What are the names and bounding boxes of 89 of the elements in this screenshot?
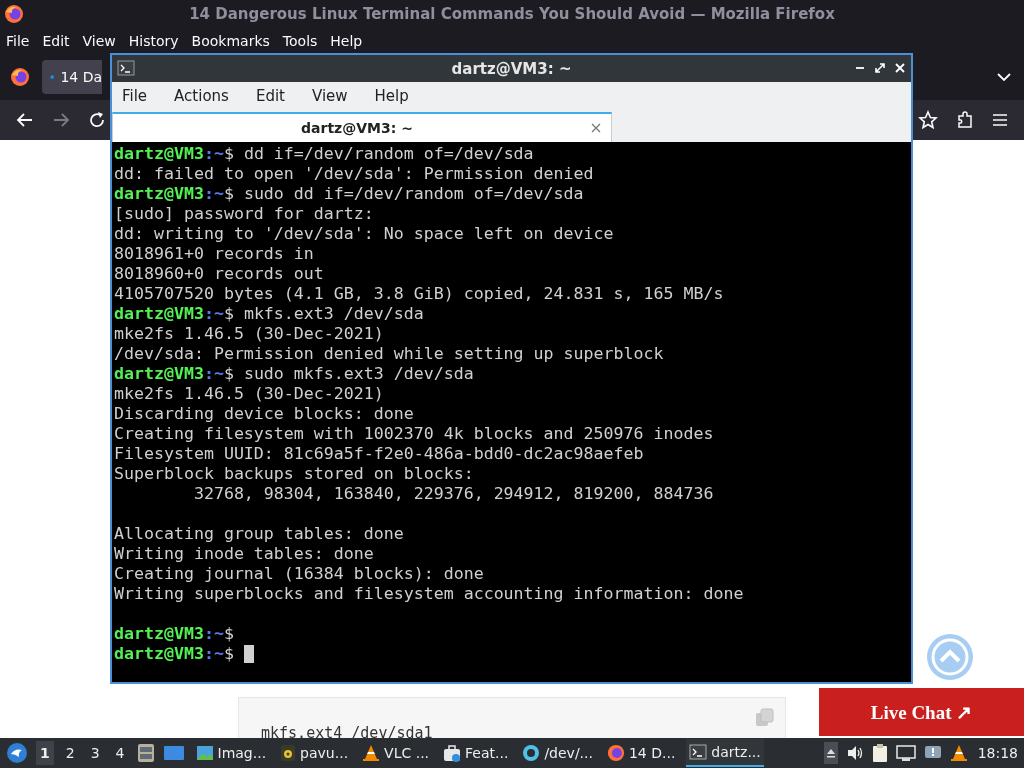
output-text: Writing inode tables: done	[114, 544, 374, 564]
file-cabinet-icon[interactable]	[136, 743, 155, 763]
star-icon[interactable]	[918, 110, 938, 130]
command-text: $ mkfs.ext3 /dev/sda	[223, 304, 424, 324]
menu-item[interactable]: Actions	[174, 87, 229, 105]
taskbar-task[interactable]: Feat...	[440, 739, 512, 767]
chevron-down-icon[interactable]	[996, 72, 1012, 82]
workspace-button[interactable]: 3	[86, 741, 104, 765]
output-text: Superblock backups stored on blocks:	[114, 464, 474, 484]
traffic-cone-icon[interactable]	[949, 744, 968, 762]
menu-item[interactable]: Tools	[282, 33, 318, 49]
window-title: dartz@VM3: ~	[451, 59, 572, 78]
output-text: Creating journal (16384 blocks): done	[114, 564, 484, 584]
puzzle-icon[interactable]	[956, 111, 974, 129]
firefox-logo-icon	[606, 744, 625, 762]
taskbar-task[interactable]: dartz...	[686, 739, 764, 767]
bag-icon	[443, 744, 462, 762]
menu-item[interactable]: History	[128, 33, 179, 49]
output-text: [sudo] password for dartz:	[114, 204, 374, 224]
prompt-path: :~	[203, 184, 224, 204]
taskbar-task[interactable]: /dev/...	[519, 739, 596, 767]
menu-item[interactable]: Help	[330, 33, 363, 49]
menu-item[interactable]: File	[6, 33, 30, 49]
output-text: dd: failed to open '/dev/sda': Permission denied	[114, 164, 594, 184]
menu-item[interactable]: View	[82, 33, 116, 49]
command-text: $ sudo mkfs.ext3 /dev/sda	[223, 364, 474, 384]
prompt-user: dartz@VM3	[114, 624, 204, 644]
menu-icon[interactable]	[992, 113, 1008, 127]
output-text: Filesystem UUID: 81c69a5f-f2e0-486a-bdd0-dc2ac98aefeb	[114, 444, 644, 464]
prompt-path: :~	[203, 364, 224, 384]
workspace-button[interactable]: 4	[111, 741, 129, 765]
menu-item[interactable]: View	[311, 87, 348, 105]
clock: 18:18	[977, 745, 1018, 761]
terminal-icon	[117, 60, 135, 76]
output-text: 32768, 98304, 163840, 229376, 294912, 819200, 884736	[192, 484, 714, 504]
prompt-user: dartz@VM3	[114, 184, 204, 204]
forward-icon[interactable]	[52, 112, 70, 128]
menu-item[interactable]: Help	[374, 87, 409, 105]
prompt-user: dartz@VM3	[114, 304, 204, 324]
taskbar-task[interactable]: 14 D...	[603, 739, 679, 767]
firefox-logo-icon[interactable]	[10, 67, 30, 87]
menu-item[interactable]: Bookmarks	[191, 33, 270, 49]
output-text: 8018960+0 records out	[114, 264, 324, 284]
clipboard-icon[interactable]	[871, 743, 888, 763]
output-text: 4105707520 bytes (4.1 GB, 3.8 GiB) copied, 24.831 s, 165 MB/s	[114, 284, 724, 304]
reload-icon[interactable]	[88, 111, 106, 129]
taskbar-task[interactable]: pavu...	[277, 739, 352, 767]
menu-item[interactable]: File	[122, 87, 148, 105]
output-text: mke2fs 1.46.5 (30-Dec-2021)	[114, 324, 384, 344]
browser-tab[interactable]: 14 Da	[42, 60, 102, 94]
workspace-button[interactable]: 2	[61, 741, 79, 765]
desktop-icon[interactable]	[162, 744, 185, 762]
prompt-path: :~	[203, 644, 224, 664]
command-text: $ dd if=/dev/random of=/dev/sda	[223, 144, 534, 164]
live-chat-button[interactable]: Live Chat ↗	[819, 688, 1024, 736]
window-title: 14 Dangerous Linux Terminal Commands You Should Avoid — Mozilla Firefox	[189, 5, 835, 23]
restore-icon[interactable]	[875, 63, 885, 73]
prompt-user: dartz@VM3	[114, 144, 204, 164]
image-icon	[195, 744, 214, 762]
output-text: Allocating group tables: done	[114, 524, 404, 544]
output-text: 8018961+0 records in	[114, 244, 314, 264]
terminal-icon	[689, 744, 708, 760]
taskbar-task[interactable]: Imag...	[192, 739, 270, 767]
terminal-tab[interactable]: dartz@VM3: ~	[112, 112, 612, 142]
prompt-path: :~	[203, 304, 224, 324]
menu-item[interactable]: Edit	[42, 33, 70, 49]
prompt-path: :~	[203, 624, 224, 644]
traffic-cone-icon	[362, 744, 381, 762]
output-text: dd: writing to '/dev/sda': No space left on device	[114, 224, 614, 244]
speaker-icon	[280, 744, 297, 762]
output-text: Discarding device blocks: done	[114, 404, 414, 424]
eject-icon[interactable]	[823, 742, 838, 764]
workspace-button[interactable]: 1	[36, 741, 54, 765]
output-text: Writing superblocks and filesystem accounting information: done	[114, 584, 744, 604]
command-text: $	[223, 644, 234, 664]
output-text: mke2fs 1.46.5 (30-Dec-2021)	[114, 384, 384, 404]
prompt-user: dartz@VM3	[114, 364, 204, 384]
command-text: $ sudo dd if=/dev/random of=/dev/sda	[223, 184, 584, 204]
output-text: Creating filesystem with 1002370 4k blocks and 250976 inodes	[114, 424, 714, 444]
firefox-logo-icon	[4, 4, 24, 24]
prompt-path: :~	[203, 144, 224, 164]
menu-item[interactable]: Edit	[255, 87, 285, 105]
output-text: /dev/sda: Permission denied while setting up superblock	[114, 344, 664, 364]
disc-icon	[522, 744, 541, 762]
taskbar-task[interactable]: VLC ...	[359, 739, 433, 767]
command-text: $	[223, 624, 234, 644]
volume-icon[interactable]	[845, 745, 864, 761]
back-icon[interactable]	[16, 112, 34, 128]
prompt-user: dartz@VM3	[114, 644, 204, 664]
